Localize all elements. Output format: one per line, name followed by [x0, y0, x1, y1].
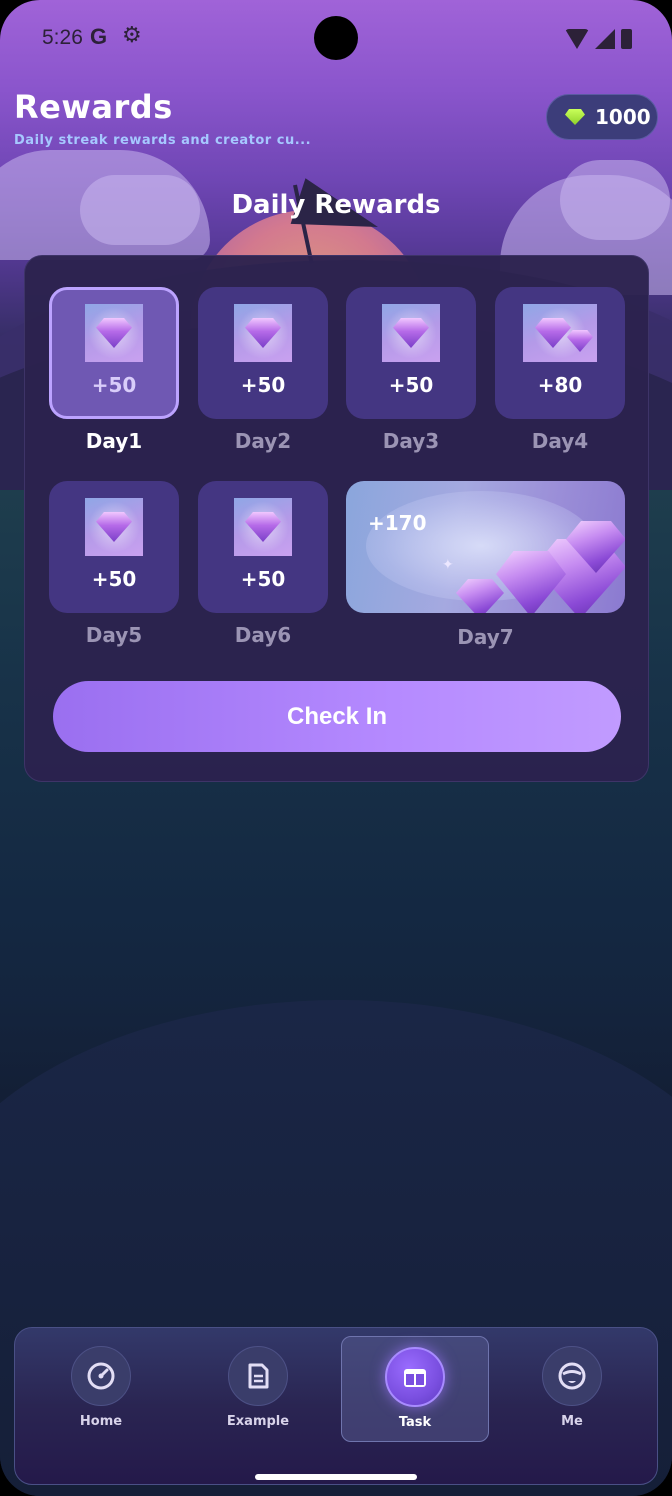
reward-amount: +50 [388, 373, 434, 397]
check-in-button[interactable]: Check In [53, 681, 621, 752]
day-7-tile[interactable]: +170 ✦ [346, 481, 625, 613]
day-label: Day3 [382, 429, 440, 453]
nav-label: Example [226, 1414, 290, 1429]
reward-amount: +170 [368, 511, 427, 535]
reward-tile[interactable]: +50 [198, 481, 328, 613]
day-label: Day6 [234, 623, 292, 647]
document-icon [228, 1346, 288, 1406]
day-4[interactable]: +80 Day4 [495, 287, 625, 453]
day-label: Day5 [85, 623, 143, 647]
gem-icon [234, 498, 292, 556]
page-subtitle: Daily streak rewards and creator cu... [14, 133, 312, 148]
gear-icon: ⚙ [122, 23, 142, 48]
bottom-navigation: Home Example Task Me [14, 1327, 658, 1485]
daily-rewards-card: +50 Day1 +50 Day2 +50 Day3 +80 Day4 +50 … [24, 255, 649, 782]
nav-task[interactable]: Task [341, 1336, 489, 1442]
gems-icon [523, 304, 597, 362]
gem-icon [85, 498, 143, 556]
gem-icon [85, 304, 143, 362]
gem-icon [565, 109, 585, 125]
speedometer-icon [71, 1346, 131, 1406]
reward-tile[interactable]: +50 [346, 287, 476, 419]
nav-label: Task [398, 1415, 432, 1430]
home-indicator[interactable] [255, 1474, 417, 1480]
daily-rewards-title: Daily Rewards [231, 190, 441, 220]
sparkle-icon: ✦ [442, 557, 454, 573]
reward-tile[interactable]: +50 [198, 287, 328, 419]
day-5[interactable]: +50 Day5 [49, 481, 179, 647]
rewards-screen: 5:26 G ⚙ Rewards Daily streak rewards an… [0, 0, 672, 1496]
nav-example[interactable]: Example [184, 1336, 332, 1442]
battery-icon [621, 29, 632, 49]
reward-tile[interactable]: +50 [49, 287, 179, 419]
day-label: Day1 [85, 429, 143, 453]
reward-tile[interactable]: +50 [49, 481, 179, 613]
coin-balance[interactable]: 1000 [546, 94, 658, 140]
coin-amount: 1000 [595, 105, 651, 129]
day-2[interactable]: +50 Day2 [198, 287, 328, 453]
nav-home[interactable]: Home [27, 1336, 175, 1442]
reward-amount: +80 [537, 373, 583, 397]
day-1[interactable]: +50 Day1 [49, 287, 179, 453]
system-icons [565, 28, 632, 50]
gem-icon [234, 304, 292, 362]
google-icon: G [90, 24, 108, 49]
day-label: Day7 [457, 625, 514, 649]
nav-label: Me [561, 1414, 583, 1429]
camera-cutout [314, 16, 358, 60]
reward-amount: +50 [91, 373, 137, 397]
signal-icon [595, 29, 615, 49]
day-6[interactable]: +50 Day6 [198, 481, 328, 647]
reward-amount: +50 [240, 373, 286, 397]
crystal-icon [496, 551, 566, 613]
reward-amount: +50 [91, 567, 137, 591]
user-face-icon [542, 1346, 602, 1406]
day-label: Day2 [234, 429, 292, 453]
gem-icon [382, 304, 440, 362]
reward-amount: +50 [240, 567, 286, 591]
reward-tile[interactable]: +80 [495, 287, 625, 419]
nav-label: Home [79, 1414, 123, 1429]
page-title: Rewards [14, 88, 173, 126]
day-label: Day4 [531, 429, 589, 453]
day-3[interactable]: +50 Day3 [346, 287, 476, 453]
gift-box-icon [385, 1347, 445, 1407]
status-time: 5:26 [42, 26, 83, 49]
nav-me[interactable]: Me [498, 1336, 646, 1442]
wifi-icon [565, 29, 589, 49]
